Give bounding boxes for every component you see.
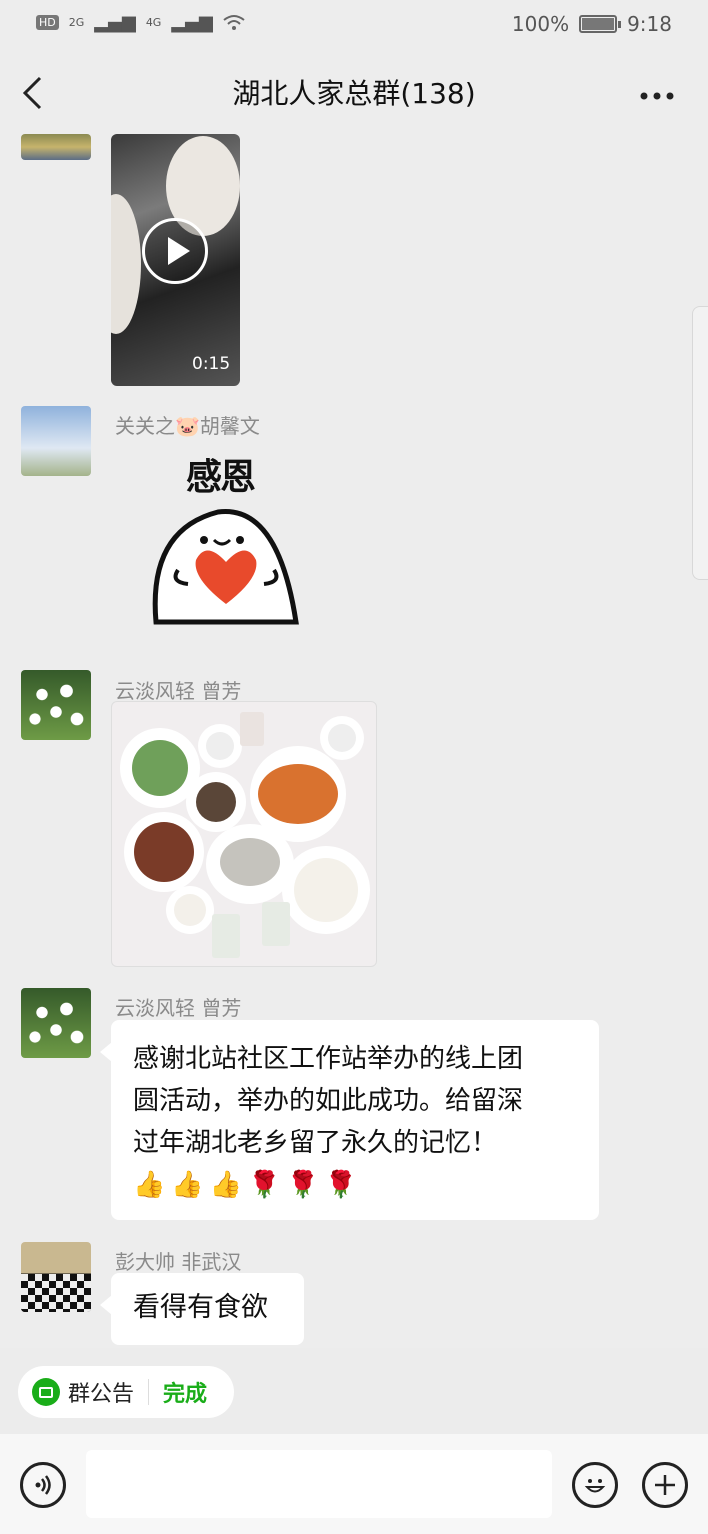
sender-name: 关关之🐷胡馨文 (115, 414, 260, 438)
avatar[interactable] (21, 670, 91, 740)
video-thumbnail (111, 194, 141, 334)
message-input[interactable] (86, 1450, 552, 1518)
sticker-image[interactable] (148, 500, 304, 630)
emoji-line: 👍👍👍🌹🌹🌹 (133, 1170, 364, 1200)
sender-name: 彭大帅 非武汉 (115, 1250, 242, 1274)
battery-fill (582, 18, 615, 30)
signal-icon: ▂▄▆ (171, 12, 213, 33)
avatar[interactable] (21, 406, 91, 476)
group-notice-chip[interactable]: 群公告 完成 (18, 1366, 234, 1418)
signal-4g: 4G (145, 16, 162, 29)
avatar[interactable] (21, 988, 91, 1058)
battery-icon (579, 15, 622, 33)
play-icon[interactable] (142, 218, 208, 284)
status-right: 100% 9:18 (512, 12, 672, 36)
status-left: HD 2G ▂▄▆ 4G ▂▄▆ (36, 12, 245, 33)
sender-name: 云淡风轻 曾芳 (115, 996, 242, 1020)
hd-badge: HD (36, 15, 59, 30)
more-horizontal-icon[interactable] (640, 74, 674, 109)
signal-2g: 2G (68, 16, 85, 29)
notice-label: 群公告 (68, 1382, 135, 1407)
message-text: 圆活动，举办的如此成功。给留深 (133, 1086, 524, 1116)
message-text: 感谢北站社区工作站举办的线上团 (133, 1044, 524, 1074)
message-bubble[interactable]: 看得有食欲 (100, 1273, 304, 1345)
message-text: 过年湖北老乡留了永久的记忆！ (133, 1128, 498, 1158)
plus-icon[interactable] (642, 1462, 688, 1508)
notice-icon (32, 1378, 60, 1406)
video-duration: 0:15 (192, 354, 231, 374)
food-photo[interactable] (111, 701, 377, 967)
sender-name: 云淡风轻 曾芳 (115, 679, 242, 703)
voice-icon[interactable] (20, 1462, 66, 1508)
signal-icon: ▂▄▆ (94, 12, 136, 33)
chat-title: 湖北人家总群(138) (232, 77, 476, 110)
clock: 9:18 (627, 12, 672, 36)
avatar[interactable] (21, 1242, 91, 1312)
side-tab[interactable] (692, 306, 708, 580)
sticker-caption: 感恩 (186, 457, 256, 498)
status-bar: HD 2G ▂▄▆ 4G ▂▄▆ 100% 9:18 (0, 0, 708, 52)
notice-done-button[interactable]: 完成 (163, 1376, 207, 1408)
message-bubble[interactable]: 感谢北站社区工作站举办的线上团 圆活动，举办的如此成功。给留深 过年湖北老乡留了… (100, 1020, 599, 1220)
emoji-icon[interactable] (572, 1462, 618, 1508)
avatar[interactable] (21, 134, 91, 160)
divider (148, 1379, 150, 1405)
message-text: 看得有食欲 (133, 1292, 268, 1323)
battery-percent: 100% (511, 12, 570, 36)
wifi-icon (223, 14, 245, 30)
